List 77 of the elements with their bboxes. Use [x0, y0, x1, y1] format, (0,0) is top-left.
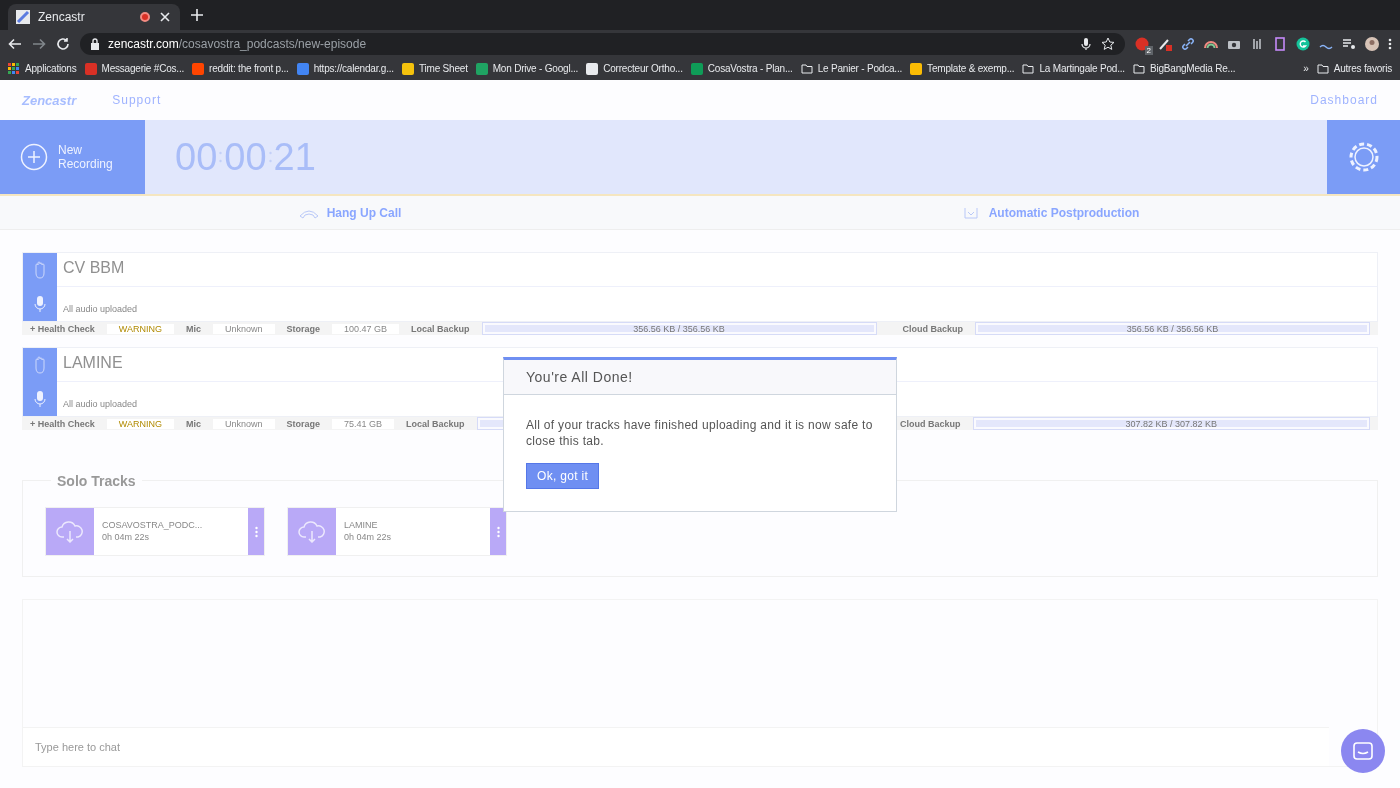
- track-menu-button[interactable]: [490, 508, 506, 555]
- forward-arrow-icon[interactable]: [32, 36, 46, 51]
- bookmark-link[interactable]: Template & exemp...: [927, 63, 1015, 74]
- bars-icon[interactable]: [1250, 36, 1264, 51]
- health-check-toggle[interactable]: + Health Check: [30, 418, 95, 429]
- health-status: WARNING: [106, 418, 174, 429]
- bookmark-link[interactable]: Le Panier - Podca...: [817, 63, 903, 74]
- playlist-icon[interactable]: [1342, 36, 1356, 51]
- more-options-icon: [496, 525, 500, 538]
- bookmark-link[interactable]: https://calendar.g...: [313, 63, 394, 74]
- bookmark-link[interactable]: Mon Drive - Googl...: [492, 63, 579, 74]
- stat-value: 100.47 GB: [332, 323, 400, 334]
- timer-digits: 21: [273, 135, 316, 179]
- bookmark-link[interactable]: BigBangMedia Re...: [1149, 63, 1236, 74]
- reload-icon[interactable]: [56, 36, 70, 51]
- upload-status: All audio uploaded: [62, 303, 139, 316]
- health-check-toggle[interactable]: + Health Check: [30, 323, 95, 334]
- health-status: WARNING: [106, 323, 174, 334]
- bookmark-link[interactable]: Correcteur Ortho...: [603, 63, 683, 74]
- new-tab-icon[interactable]: [190, 8, 204, 22]
- more-bookmarks-button[interactable]: »: [1303, 63, 1309, 74]
- link-icon[interactable]: [1181, 36, 1195, 51]
- track-name: LAMINE: [344, 520, 379, 530]
- section-title: Solo Tracks: [51, 473, 142, 489]
- stat-label: Mic: [185, 418, 201, 429]
- participant-name: CV BBM: [57, 253, 1377, 287]
- folder-icon: [800, 62, 813, 75]
- bookmark-link[interactable]: Messagerie #Cos...: [101, 63, 185, 74]
- apps-grid-icon: [8, 62, 20, 75]
- star-icon[interactable]: [1101, 36, 1115, 51]
- more-options-icon[interactable]: [1388, 36, 1392, 51]
- stat-value: 75.41 GB: [332, 418, 395, 429]
- dialog-message: All of your tracks have finished uploading and it is now safe to close this tab.: [525, 417, 874, 449]
- url-text: zencastr.com/cosavostra_podcasts/new-episode: [108, 36, 368, 51]
- close-icon[interactable]: [158, 10, 172, 24]
- upload-status: All audio uploaded: [62, 398, 139, 411]
- avatar-icon[interactable]: [1365, 36, 1379, 51]
- bookmark-link[interactable]: reddit: the front p...: [209, 63, 289, 74]
- microphone-icon[interactable]: [1079, 36, 1093, 51]
- folder-icon: [1132, 62, 1145, 75]
- timer-digits: 00: [224, 135, 267, 179]
- document-icon[interactable]: [1273, 36, 1287, 51]
- stat-label: Local Backup: [406, 418, 465, 429]
- stat-label: Cloud Backup: [900, 418, 961, 429]
- track-name: COSAVOSTRA_PODC...: [102, 520, 204, 530]
- stat-value: Unknown: [212, 323, 275, 334]
- lock-icon: [90, 36, 100, 51]
- track-menu-button[interactable]: [248, 508, 264, 555]
- bookmark-link[interactable]: Time Sheet: [418, 63, 468, 74]
- bookmark-link[interactable]: Applications: [25, 63, 77, 74]
- backup-size: 356.56 KB / 356.56 KB: [1126, 323, 1219, 334]
- folder-icon: [1022, 62, 1035, 75]
- chat-launcher-button[interactable]: [1341, 729, 1385, 773]
- stat-label: Local Backup: [411, 323, 470, 334]
- stat-label: Cloud Backup: [902, 323, 964, 334]
- bookmark-folder[interactable]: Autres favoris: [1333, 63, 1392, 74]
- stat-label: Storage: [286, 323, 320, 334]
- plus-circle-icon: [20, 143, 48, 171]
- grammar-extension-icon[interactable]: [1296, 36, 1310, 51]
- backup-size: 307.82 KB / 307.82 KB: [1125, 418, 1218, 429]
- stat-label: Storage: [286, 418, 320, 429]
- stat-label: Mic: [185, 323, 201, 334]
- more-options-icon: [254, 525, 258, 538]
- track-duration: 0h 04m 22s: [344, 532, 393, 542]
- chat-icon: [1353, 742, 1373, 760]
- dialog-title: You're All Done!: [504, 360, 896, 395]
- bookmark-link[interactable]: La Martingale Pod...: [1039, 63, 1125, 74]
- folder-icon: [1316, 62, 1329, 75]
- stat-value: Unknown: [212, 418, 275, 429]
- timer-digits: 00: [175, 135, 218, 179]
- site-favicon-icon: [16, 10, 30, 24]
- track-duration: 0h 04m 22s: [102, 532, 151, 542]
- bookmark-link[interactable]: CosaVostra - Plan...: [707, 63, 793, 74]
- back-arrow-icon[interactable]: [8, 36, 22, 51]
- backup-size: 356.56 KB / 356.56 KB: [633, 323, 725, 334]
- address-bar[interactable]: zencastr.com/cosavostra_podcasts/new-episode: [80, 32, 1125, 55]
- browser-tab[interactable]: Zencastr: [8, 4, 180, 30]
